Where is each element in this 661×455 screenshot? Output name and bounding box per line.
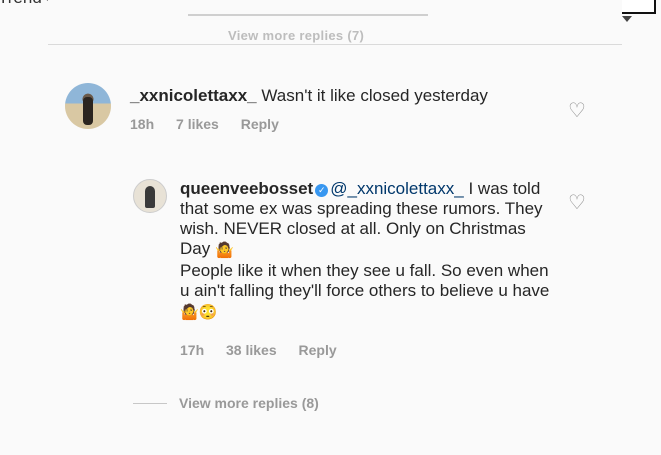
avatar[interactable] bbox=[65, 83, 111, 129]
avatar[interactable] bbox=[133, 179, 167, 213]
avatar-figure bbox=[145, 186, 155, 208]
comment-likes[interactable]: 38 likes bbox=[226, 342, 277, 358]
comment-text: _xxnicolettaxx_ Wasn't it like closed ye… bbox=[130, 86, 570, 106]
reply-button[interactable]: Reply bbox=[299, 342, 337, 358]
divider-line bbox=[133, 403, 167, 404]
comment-time: 18h bbox=[130, 116, 155, 132]
flushed-face-emoji: 😳 bbox=[198, 304, 218, 321]
comment-mention[interactable]: @_xxnicolettaxx_ bbox=[330, 179, 464, 198]
comment-likes[interactable]: 7 likes bbox=[176, 116, 219, 132]
comment-username[interactable]: _xxnicolettaxx_ bbox=[130, 86, 257, 105]
previous-comment-card: View more replies (7) bbox=[48, 0, 632, 45]
faded-divider bbox=[188, 14, 428, 16]
heart-icon[interactable]: ♡ bbox=[568, 101, 586, 121]
comment-meta: 17h 38 likes Reply bbox=[180, 342, 355, 358]
woman-shrugging-emoji: 🤷 bbox=[214, 242, 234, 259]
comment-body: Wasn't it like closed yesterday bbox=[261, 86, 488, 105]
comment-body-part2: People like it when they see u fall. So … bbox=[180, 261, 550, 300]
verified-badge-icon: ✓ bbox=[315, 184, 329, 197]
avatar-figure bbox=[83, 97, 93, 125]
comment-meta: 18h 7 likes Reply bbox=[130, 116, 297, 132]
comment-text: queenveebosset ✓ @_xxnicolettaxx_ I was to… bbox=[180, 179, 550, 323]
reply-button[interactable]: Reply bbox=[241, 116, 279, 132]
view-more-label[interactable]: View more replies (8) bbox=[179, 395, 319, 411]
comment-username[interactable]: queenveebosset bbox=[180, 179, 313, 198]
previous-view-replies[interactable]: View more replies (7) bbox=[228, 28, 364, 43]
heart-icon[interactable]: ♡ bbox=[568, 193, 586, 213]
comment-time: 17h bbox=[180, 342, 205, 358]
woman-shrugging-emoji: 🤷 bbox=[180, 304, 199, 321]
chevron-down-icon[interactable] bbox=[622, 16, 632, 22]
view-more-replies-button[interactable]: View more replies (8) bbox=[133, 395, 319, 411]
